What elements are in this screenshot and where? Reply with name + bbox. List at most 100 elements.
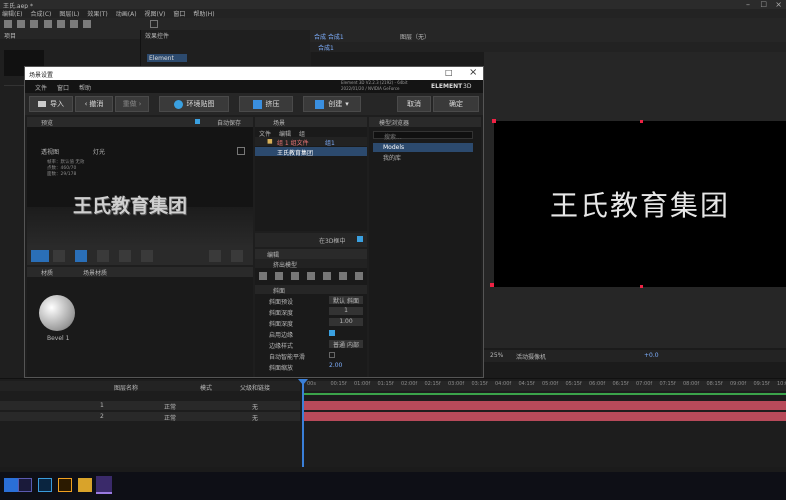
hand-tool-icon[interactable] bbox=[17, 20, 26, 28]
pivot-tool-icon[interactable] bbox=[141, 250, 153, 262]
viewer-value[interactable]: +0.0 bbox=[644, 352, 659, 359]
prop-value[interactable]: 默认 斜面 bbox=[329, 296, 363, 305]
camera-tool-icon[interactable] bbox=[31, 250, 49, 262]
bevel-icon[interactable] bbox=[275, 272, 283, 280]
ok-button[interactable]: 确定 bbox=[433, 96, 479, 112]
parent-select[interactable]: 无 bbox=[252, 402, 258, 411]
text-tool-icon[interactable] bbox=[83, 20, 92, 28]
camera-tool-icon[interactable] bbox=[56, 20, 65, 28]
mode-select[interactable]: 正常 bbox=[164, 413, 176, 422]
menu-item[interactable]: 帮助(H) bbox=[193, 9, 214, 18]
zoom-level[interactable]: 25% bbox=[490, 352, 503, 359]
browser-folder-mylib[interactable]: 我的库 bbox=[373, 153, 473, 162]
prop-checkbox[interactable] bbox=[329, 352, 335, 358]
prop-value[interactable]: 1.00 bbox=[329, 318, 363, 326]
browser-folder-models[interactable]: Models bbox=[373, 143, 473, 152]
prop-checkbox[interactable] bbox=[329, 330, 335, 336]
layer-bar[interactable] bbox=[303, 401, 786, 410]
comp-subtab[interactable]: 合成1 bbox=[318, 43, 334, 52]
camera-select[interactable]: 活动摄像机 bbox=[516, 352, 546, 361]
extrude-button[interactable]: 挤压 bbox=[239, 96, 293, 112]
node-icon[interactable] bbox=[307, 272, 315, 280]
menu-file[interactable]: 文件 bbox=[35, 83, 47, 92]
playhead[interactable] bbox=[302, 379, 304, 467]
scene-material-tab[interactable]: 场景材质 bbox=[83, 268, 107, 277]
effect-item-element[interactable]: Element bbox=[147, 54, 187, 62]
menu-item[interactable]: 合成(C) bbox=[30, 9, 51, 18]
rotate-tool-icon[interactable] bbox=[97, 250, 109, 262]
bevel-section[interactable]: 斜面 bbox=[255, 285, 367, 295]
comp-canvas[interactable]: 王氏教育集团 bbox=[494, 121, 786, 287]
start-icon[interactable] bbox=[4, 478, 18, 492]
model-row[interactable]: 王氏教育集团 bbox=[255, 147, 367, 157]
bbox-handle-bottom[interactable] bbox=[640, 285, 643, 288]
preview-tab[interactable]: 预览 bbox=[41, 118, 53, 127]
cancel-button[interactable]: 取消 bbox=[397, 96, 431, 112]
settings-tool-icon[interactable] bbox=[209, 250, 221, 262]
deform-icon[interactable] bbox=[355, 272, 363, 280]
playhead-handle-icon[interactable] bbox=[298, 379, 308, 385]
move-tool-icon[interactable] bbox=[75, 250, 87, 262]
prop-value[interactable]: 1 bbox=[329, 307, 363, 315]
redo-button[interactable]: 重做 › bbox=[115, 96, 149, 112]
edit-tab[interactable]: 编辑 bbox=[267, 250, 279, 259]
group-badge[interactable]: 组1 bbox=[325, 138, 335, 147]
bbox-handle-tl[interactable] bbox=[492, 119, 496, 123]
prop-value[interactable]: 2.00 bbox=[329, 362, 363, 370]
browser-tab[interactable]: 模型浏览器 bbox=[379, 118, 409, 127]
add-icon[interactable] bbox=[291, 272, 299, 280]
menu-item[interactable]: 动画(A) bbox=[116, 9, 137, 18]
snap-checkbox[interactable] bbox=[150, 20, 158, 28]
dialog-close-button[interactable]: × bbox=[469, 67, 477, 78]
folder-icon[interactable] bbox=[78, 478, 92, 492]
e3d-icon[interactable] bbox=[96, 476, 112, 494]
preview-viewport[interactable]: 透视图 灯光 帧率：默认值 无效 点数：460/70 面数：29/178 王氏教… bbox=[27, 127, 253, 247]
material-sphere[interactable] bbox=[39, 295, 75, 331]
edit-subtab[interactable]: 挤出模型 bbox=[255, 259, 367, 269]
light-dropdown[interactable]: 灯光 bbox=[93, 147, 105, 156]
menu-item[interactable]: 窗口 bbox=[173, 9, 185, 18]
bbox-handle-top[interactable] bbox=[640, 120, 643, 123]
close-button[interactable]: × bbox=[775, 0, 782, 9]
create-button[interactable]: 创建 ▾ bbox=[303, 96, 361, 112]
mode-select[interactable]: 正常 bbox=[164, 402, 176, 411]
time-ruler[interactable]: 00s 00:15f 01:00f 01:15f 02:00f 02:15f 03:00f 0… bbox=[303, 381, 786, 391]
group-row[interactable]: ■ 组 1 组文件 组1 bbox=[255, 137, 367, 147]
view-dropdown[interactable]: 透视图 bbox=[41, 147, 59, 156]
menu-help[interactable]: 帮助 bbox=[79, 83, 91, 92]
scene-tab[interactable]: 场景 bbox=[273, 118, 285, 127]
project-tab[interactable]: 项目 bbox=[0, 30, 140, 40]
minimize-button[interactable]: – bbox=[746, 0, 750, 9]
parent-select[interactable]: 无 bbox=[252, 413, 258, 422]
menu-item[interactable]: 编辑(E) bbox=[2, 9, 22, 18]
prop-value[interactable]: 普通 内部 bbox=[329, 340, 363, 349]
menu-item[interactable]: 图层(L) bbox=[59, 9, 79, 18]
layer-row[interactable]: 2 正常 无 bbox=[0, 412, 300, 422]
maximize-button[interactable]: □ bbox=[760, 0, 767, 8]
menu-item[interactable]: 效果(T) bbox=[87, 9, 107, 18]
menu-window[interactable]: 窗口 bbox=[57, 83, 69, 92]
ps-icon[interactable] bbox=[38, 478, 52, 492]
scale-tool-icon[interactable] bbox=[119, 250, 131, 262]
copy-icon[interactable] bbox=[339, 272, 347, 280]
selection-tool-icon[interactable] bbox=[4, 20, 12, 28]
scene-footer-tag[interactable]: 在3D框中 bbox=[319, 236, 345, 245]
layer-row[interactable]: 1 正常 无 bbox=[0, 401, 300, 411]
refresh-icon[interactable] bbox=[237, 147, 245, 155]
import-button[interactable]: 导入 bbox=[29, 96, 73, 112]
layer-bar[interactable] bbox=[303, 412, 786, 421]
rotate-tool-icon[interactable] bbox=[43, 20, 52, 28]
grid-icon[interactable] bbox=[323, 272, 331, 280]
ae-icon[interactable] bbox=[18, 478, 32, 492]
bbox-handle-bl[interactable] bbox=[490, 283, 494, 287]
pen-tool-icon[interactable] bbox=[70, 20, 79, 28]
env-map-button[interactable]: 环境贴图 bbox=[159, 96, 229, 112]
select-tool-icon[interactable] bbox=[53, 250, 65, 262]
autosave-checkbox[interactable] bbox=[195, 119, 200, 124]
dialog-maximize-button[interactable]: □ bbox=[445, 68, 453, 77]
render-tool-icon[interactable] bbox=[231, 250, 243, 262]
browser-search-input[interactable]: 搜索... bbox=[373, 131, 473, 141]
layer-tab[interactable]: 图层（无） bbox=[400, 32, 430, 41]
comp-tab[interactable]: 合成 合成1 bbox=[314, 32, 344, 41]
ai-icon[interactable] bbox=[58, 478, 72, 492]
